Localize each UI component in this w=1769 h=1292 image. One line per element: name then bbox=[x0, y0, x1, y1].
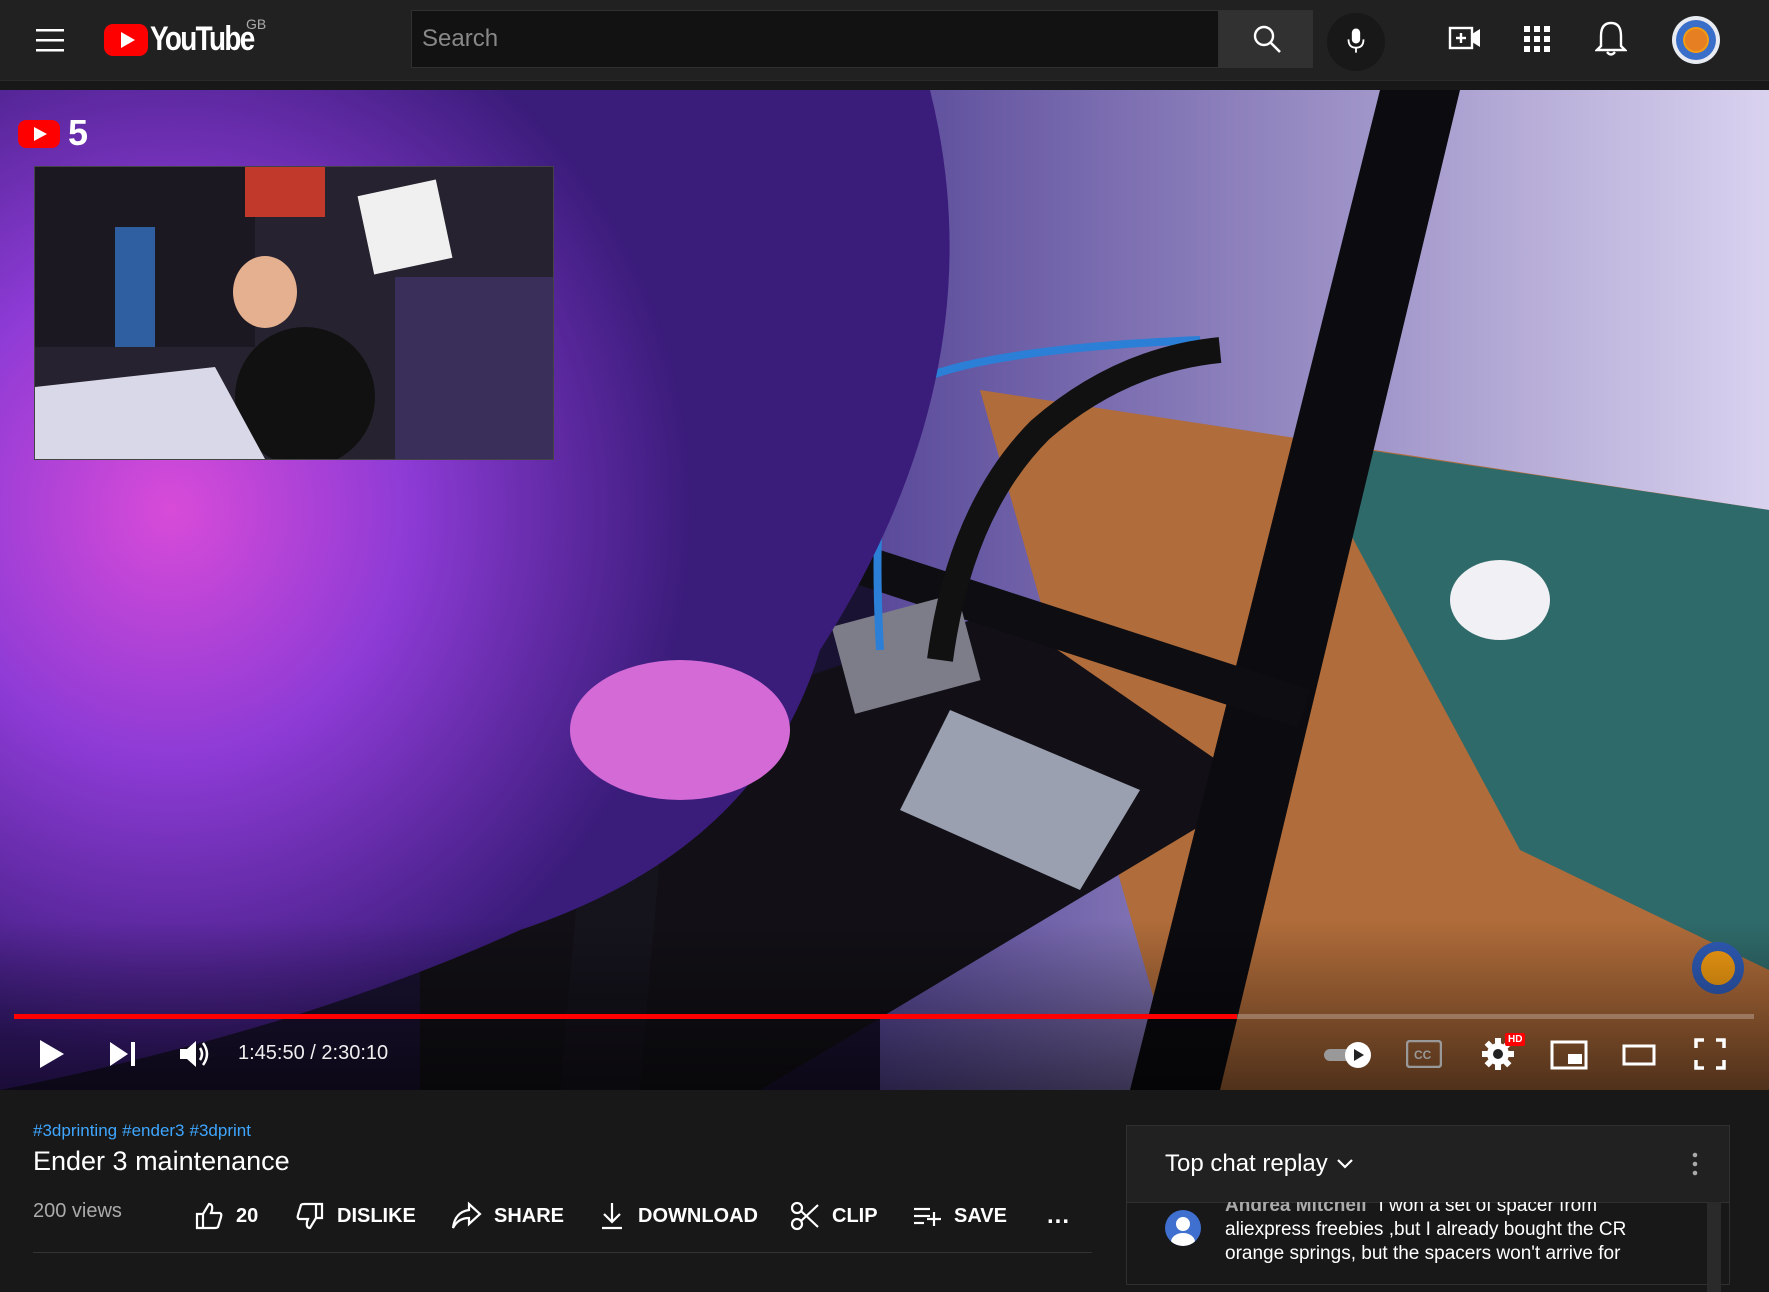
pip-scene bbox=[35, 167, 553, 459]
channel-badge-icon bbox=[18, 120, 60, 148]
time-display: 1:45:50 / 2:30:10 bbox=[238, 1042, 388, 1065]
clip-label: CLIP bbox=[832, 1204, 878, 1227]
chat-author-name[interactable]: Andrea Mitchell bbox=[1225, 1202, 1366, 1216]
menu-icon[interactable] bbox=[34, 25, 68, 55]
logo-wordmark[interactable]: YouTube bbox=[150, 20, 255, 59]
more-vert-icon[interactable] bbox=[1685, 1148, 1705, 1180]
save-icon bbox=[914, 1207, 941, 1226]
masthead: YouTube GB bbox=[0, 0, 1769, 81]
share-label: SHARE bbox=[494, 1204, 565, 1227]
chat-mode-selector[interactable]: Top chat replay bbox=[1165, 1150, 1328, 1178]
view-count: 200 views bbox=[33, 1200, 122, 1222]
mic-icon bbox=[1347, 28, 1365, 53]
hashtag-link[interactable]: #ender3 bbox=[122, 1121, 184, 1140]
download-icon bbox=[602, 1203, 622, 1230]
hd-badge: HD bbox=[1505, 1033, 1526, 1046]
hashtag-link[interactable]: #3dprint bbox=[190, 1121, 251, 1140]
like-count: 20 bbox=[236, 1204, 259, 1227]
divider bbox=[33, 1252, 1092, 1253]
save-button[interactable]: SAVE bbox=[912, 1196, 1007, 1236]
dislike-icon bbox=[296, 1202, 324, 1230]
hashtag-link[interactable]: #3dprinting bbox=[33, 1121, 117, 1140]
voice-search-button[interactable] bbox=[1327, 13, 1385, 71]
hashtags: #3dprinting #ender3 #3dprint bbox=[33, 1121, 256, 1141]
chat-message-body: Andrea Mitchell I won a set of spacer fro… bbox=[1225, 1202, 1655, 1266]
progress-bar[interactable] bbox=[14, 1014, 1754, 1019]
search-button[interactable] bbox=[1219, 10, 1313, 68]
avatar-icon bbox=[1676, 20, 1716, 60]
fullscreen-icon[interactable] bbox=[1694, 1038, 1726, 1070]
live-chat-panel: Top chat replay Andrea Mitchell I won a s… bbox=[1126, 1125, 1730, 1292]
chat-header: Top chat replay bbox=[1127, 1126, 1729, 1203]
dislike-button[interactable]: DISLIKE bbox=[295, 1196, 416, 1236]
video-player[interactable]: 5 1:45:50 / 2:30:10 CC HD bbox=[0, 90, 1769, 1090]
save-label: SAVE bbox=[954, 1204, 1007, 1227]
play-icon[interactable] bbox=[38, 1038, 66, 1070]
chat-scrollbar[interactable] bbox=[1707, 1202, 1721, 1292]
next-icon[interactable] bbox=[108, 1040, 138, 1068]
theater-icon[interactable] bbox=[1622, 1044, 1656, 1066]
chat-message: Andrea Mitchell I won a set of spacer fro… bbox=[1127, 1202, 1729, 1292]
search-input[interactable] bbox=[412, 11, 1218, 67]
cc-icon[interactable]: CC bbox=[1406, 1040, 1442, 1068]
avatar[interactable] bbox=[1672, 16, 1720, 64]
share-button[interactable]: SHARE bbox=[450, 1196, 564, 1236]
autoplay-icon[interactable] bbox=[1322, 1040, 1374, 1070]
more-actions-button[interactable]: ... bbox=[1047, 1196, 1077, 1236]
share-icon bbox=[451, 1201, 482, 1229]
svg-text:CC: CC bbox=[1414, 1048, 1432, 1062]
bell-icon[interactable] bbox=[1595, 20, 1627, 58]
time-separator: / bbox=[304, 1042, 322, 1064]
like-button[interactable]: 20 bbox=[194, 1196, 258, 1236]
more-label: ... bbox=[1047, 1202, 1071, 1229]
user-avatar-icon bbox=[1171, 1217, 1195, 1246]
miniplayer-icon[interactable] bbox=[1550, 1040, 1588, 1070]
country-code: GB bbox=[246, 16, 267, 32]
chevron-down-icon[interactable] bbox=[1335, 1156, 1355, 1172]
search-icon bbox=[1253, 25, 1281, 53]
download-button[interactable]: DOWNLOAD bbox=[598, 1196, 758, 1236]
download-label: DOWNLOAD bbox=[638, 1204, 758, 1227]
dislike-label: DISLIKE bbox=[337, 1204, 416, 1227]
channel-badge-number: 5 bbox=[68, 112, 89, 153]
apps-icon[interactable] bbox=[1522, 24, 1552, 54]
time-total: 2:30:10 bbox=[321, 1042, 389, 1064]
like-icon bbox=[195, 1202, 223, 1230]
create-video-icon[interactable] bbox=[1448, 22, 1482, 56]
picture-in-picture-camera bbox=[34, 166, 554, 460]
clip-button[interactable]: CLIP bbox=[790, 1196, 878, 1236]
volume-icon[interactable] bbox=[178, 1038, 212, 1070]
search-box bbox=[411, 10, 1219, 68]
time-current: 1:45:50 bbox=[238, 1042, 305, 1064]
progress-played bbox=[14, 1014, 1238, 1019]
video-title: Ender 3 maintenance bbox=[33, 1146, 290, 1176]
chat-author-avatar[interactable] bbox=[1165, 1210, 1201, 1246]
clip-icon bbox=[790, 1201, 819, 1231]
